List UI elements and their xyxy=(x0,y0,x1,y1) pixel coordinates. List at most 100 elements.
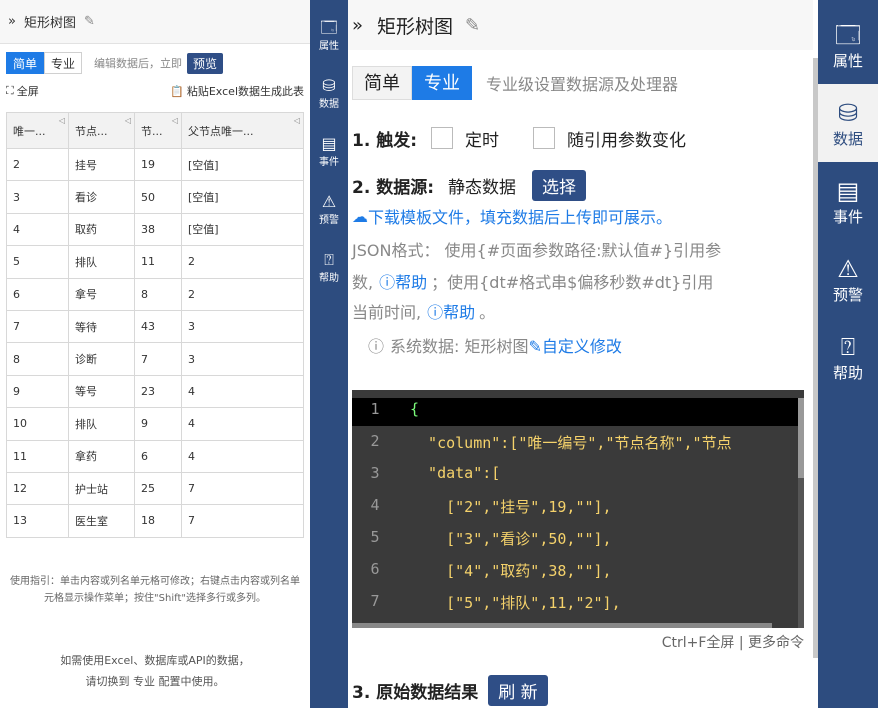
editor-hint[interactable]: Ctrl+F全屏 | 更多命令 xyxy=(348,632,804,652)
column-header[interactable]: 节点... ◁ xyxy=(68,112,135,149)
table-cell[interactable]: 排队 xyxy=(68,407,135,441)
table-cell[interactable]: 5 xyxy=(6,245,69,279)
table-cell[interactable]: 护士站 xyxy=(68,471,135,506)
table-cell[interactable]: 7 xyxy=(181,504,304,538)
table-cell[interactable]: 挂号 xyxy=(68,147,135,182)
table-cell[interactable]: [空值] xyxy=(181,212,304,247)
table-row[interactable]: 2 挂号 19 [空值] xyxy=(6,147,304,182)
table-row[interactable]: 12 护士站 25 7 xyxy=(6,471,304,506)
edit-pencil-icon[interactable]: ✎ xyxy=(465,15,480,36)
table-row[interactable]: 5 排队 11 2 xyxy=(6,245,304,279)
fullscreen-button[interactable]: ⛶ 全屏 xyxy=(6,83,39,99)
table-cell[interactable]: 7 xyxy=(181,471,304,506)
table-row[interactable]: 13 医生室 18 7 xyxy=(6,504,304,538)
nav-events[interactable]: ▤ 事件 xyxy=(818,162,878,240)
nav-alarm[interactable]: ⚠ 预警 xyxy=(818,240,878,318)
table-cell[interactable]: 等号 xyxy=(68,374,135,409)
table-cell[interactable]: 11 xyxy=(134,245,182,279)
table-cell[interactable]: 4 xyxy=(181,407,304,441)
collapse-chevron-icon[interactable]: » xyxy=(352,15,363,36)
table-cell[interactable]: 医生室 xyxy=(68,504,135,538)
table-cell[interactable]: 12 xyxy=(6,471,69,506)
tab-simple[interactable]: 简单 xyxy=(352,66,412,100)
nav-alarm[interactable]: ⚠ 预警 xyxy=(310,180,348,238)
nav-properties[interactable]: 🗔 属性 xyxy=(310,6,348,64)
table-cell[interactable]: 9 xyxy=(134,407,182,441)
table-cell[interactable]: 19 xyxy=(134,147,182,182)
table-cell[interactable]: 3 xyxy=(181,342,304,376)
timer-checkbox[interactable] xyxy=(431,127,454,149)
table-cell[interactable]: 18 xyxy=(134,504,182,538)
table-cell[interactable]: 50 xyxy=(134,180,182,214)
table-cell[interactable]: 7 xyxy=(6,309,69,344)
table-cell[interactable]: 10 xyxy=(6,407,69,441)
nav-help[interactable]: ⍰ 帮助 xyxy=(310,238,348,296)
param-change-checkbox[interactable] xyxy=(533,127,556,149)
paste-excel-button[interactable]: 📋 粘贴Excel数据生成此表 xyxy=(170,83,304,99)
table-row[interactable]: 6 拿号 8 2 xyxy=(6,277,304,311)
table-cell[interactable]: 43 xyxy=(134,309,182,344)
tab-professional[interactable]: 专业 xyxy=(44,52,83,74)
nav-properties[interactable]: 🗔 属性 xyxy=(818,6,878,84)
table-cell[interactable]: 9 xyxy=(6,374,69,409)
help-link-1[interactable]: ⓘ帮助 xyxy=(379,269,427,293)
download-template-link[interactable]: ☁ 下载模板文件，填充数据后上传即可展示。 xyxy=(348,202,813,230)
table-cell[interactable]: [空值] xyxy=(181,180,304,214)
table-row[interactable]: 8 诊断 7 3 xyxy=(6,342,304,376)
table-cell[interactable]: 3 xyxy=(6,180,69,214)
table-cell[interactable]: 排队 xyxy=(68,245,135,279)
table-cell[interactable]: 23 xyxy=(134,374,182,409)
table-cell[interactable]: 2 xyxy=(181,277,304,311)
help-link-2[interactable]: ⓘ帮助 xyxy=(427,299,475,323)
table-cell[interactable]: [空值] xyxy=(181,147,304,182)
select-source-button[interactable]: 选择 xyxy=(532,169,587,201)
table-cell[interactable]: 4 xyxy=(181,374,304,409)
table-cell[interactable]: 8 xyxy=(134,277,182,311)
column-header[interactable]: 唯一... ◁ xyxy=(6,112,69,149)
table-cell[interactable]: 2 xyxy=(181,245,304,279)
cloud-upload-icon: ☁ xyxy=(352,206,368,226)
table-cell[interactable]: 4 xyxy=(181,439,304,473)
table-cell[interactable]: 等待 xyxy=(68,309,135,344)
table-cell[interactable]: 38 xyxy=(134,212,182,247)
table-cell[interactable]: 3 xyxy=(181,309,304,344)
collapse-chevron-icon[interactable]: » xyxy=(8,14,16,29)
line-number: 6 xyxy=(370,560,380,578)
table-row[interactable]: 10 排队 9 4 xyxy=(6,407,304,441)
nav-events[interactable]: ▤ 事件 xyxy=(310,122,348,180)
table-cell[interactable]: 8 xyxy=(6,342,69,376)
table-cell[interactable]: 看诊 xyxy=(68,180,135,214)
tab-simple[interactable]: 简单 xyxy=(6,52,45,74)
column-header[interactable]: 父节点唯一... ◁ xyxy=(181,112,304,149)
preview-button[interactable]: 预览 xyxy=(187,52,224,74)
table-row[interactable]: 3 看诊 50 [空值] xyxy=(6,180,304,214)
table-cell[interactable]: 2 xyxy=(6,147,69,182)
editor-scroll-thumb[interactable] xyxy=(798,398,804,478)
tab-professional[interactable]: 专业 xyxy=(412,66,472,100)
nav-data[interactable]: ⛁ 数据 xyxy=(818,84,878,162)
table-cell[interactable]: 7 xyxy=(134,342,182,376)
table-row[interactable]: 9 等号 23 4 xyxy=(6,374,304,409)
table-cell[interactable]: 诊断 xyxy=(68,342,135,376)
nav-help[interactable]: ⍰ 帮助 xyxy=(818,318,878,396)
table-cell[interactable]: 拿药 xyxy=(68,439,135,473)
edit-pencil-icon[interactable]: ✎ xyxy=(84,14,95,29)
custom-edit-link[interactable]: ✎自定义修改 xyxy=(529,333,622,357)
refresh-button[interactable]: 刷 新 xyxy=(488,674,548,706)
table-cell[interactable]: 13 xyxy=(6,504,69,538)
table-cell[interactable]: 25 xyxy=(134,471,182,506)
nav-data[interactable]: ⛁ 数据 xyxy=(310,64,348,122)
table-row[interactable]: 4 取药 38 [空值] xyxy=(6,212,304,247)
table-cell[interactable]: 取药 xyxy=(68,212,135,247)
json-code-editor[interactable]: 1 {2 "column":["唯一编号","节点名称","节点 3 "data":… xyxy=(352,390,804,628)
table-row[interactable]: 11 拿药 6 4 xyxy=(6,439,304,473)
table-cell[interactable]: 6 xyxy=(6,277,69,311)
edit-hint: 编辑数据后，立即 xyxy=(94,57,183,70)
editor-horizontal-scrollbar[interactable] xyxy=(352,623,772,628)
table-row[interactable]: 7 等待 43 3 xyxy=(6,309,304,344)
table-cell[interactable]: 11 xyxy=(6,439,69,473)
column-header[interactable]: 节... ◁ xyxy=(134,112,182,149)
table-cell[interactable]: 6 xyxy=(134,439,182,473)
table-cell[interactable]: 4 xyxy=(6,212,69,247)
table-cell[interactable]: 拿号 xyxy=(68,277,135,311)
